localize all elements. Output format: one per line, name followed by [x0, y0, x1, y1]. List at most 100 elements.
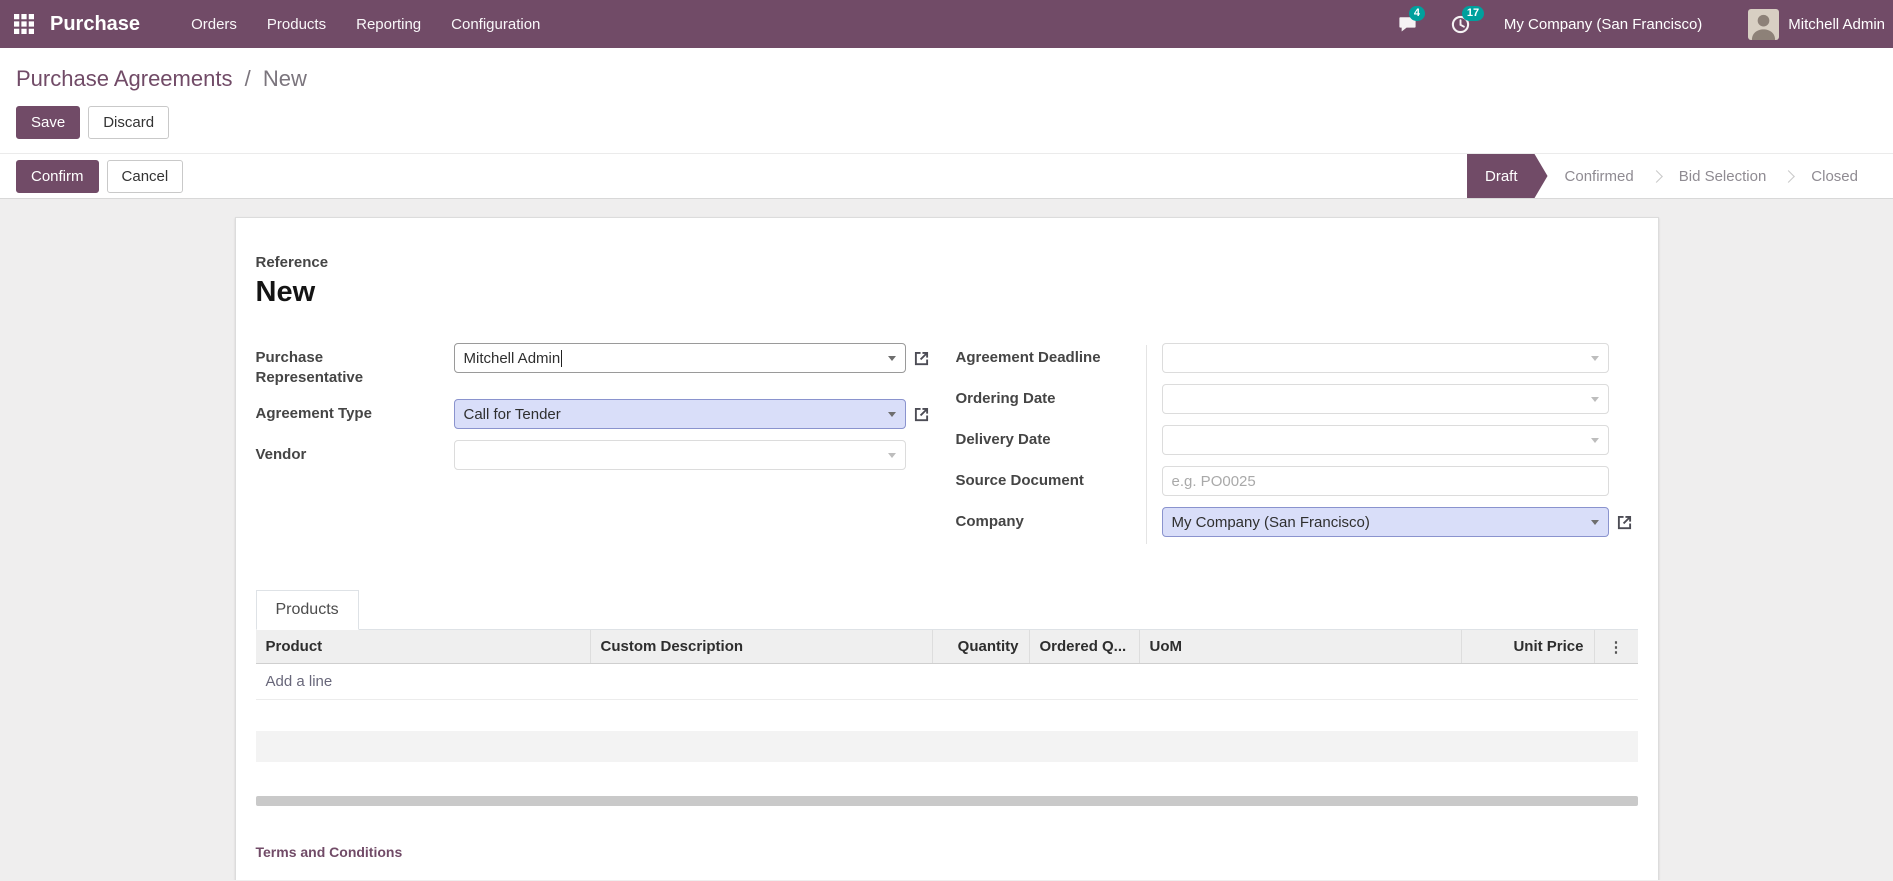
- field-group-right: Agreement Deadline Ordering Date Deliver…: [956, 343, 1638, 548]
- avatar-image: [1748, 8, 1780, 40]
- notebook-tabs: Products: [255, 590, 1638, 630]
- menu-reporting[interactable]: Reporting: [341, 7, 436, 42]
- dropdown-caret-icon[interactable]: [1590, 438, 1599, 443]
- confirm-button[interactable]: Confirm: [16, 159, 99, 193]
- column-header-custom-description[interactable]: Custom Description: [589, 630, 932, 663]
- company-open-record-button[interactable]: [1617, 515, 1632, 530]
- app-brand[interactable]: Purchase: [50, 13, 140, 36]
- empty-row: [256, 762, 1638, 793]
- state-confirmed[interactable]: Confirmed: [1548, 154, 1651, 198]
- state-bid-selection[interactable]: Bid Selection: [1662, 154, 1784, 198]
- products-table: Product Custom Description Quantity Orde…: [255, 630, 1638, 806]
- field-group-left: Purchase Representative Mitchell Admin A…: [256, 343, 956, 548]
- company-switcher[interactable]: My Company (San Francisco): [1504, 16, 1702, 33]
- source-document-label: Source Document: [955, 472, 1084, 489]
- terms-and-conditions-label: Terms and Conditions: [255, 844, 403, 860]
- column-header-quantity[interactable]: Quantity: [931, 630, 1029, 663]
- company-field[interactable]: My Company (San Francisco): [1161, 507, 1609, 537]
- dropdown-caret-icon[interactable]: [1590, 520, 1599, 525]
- vendor-label: Vendor: [255, 446, 307, 463]
- dropdown-caret-icon[interactable]: [1590, 397, 1599, 402]
- field-row-ordering-date: Ordering Date: [956, 384, 1638, 414]
- messages-count-badge: 4: [1408, 6, 1426, 21]
- external-link-icon: [1617, 515, 1631, 529]
- dropdown-caret-icon[interactable]: [887, 453, 896, 458]
- main-menu: Orders Products Reporting Configuration: [176, 7, 555, 42]
- table-header-row: Product Custom Description Quantity Orde…: [255, 630, 1638, 664]
- agreement-type-open-record-button[interactable]: [914, 407, 929, 422]
- discard-button[interactable]: Discard: [88, 106, 170, 139]
- apps-grid-icon[interactable]: [14, 14, 34, 34]
- breadcrumb-parent-link[interactable]: Purchase Agreements: [16, 66, 232, 91]
- state-closed[interactable]: Closed: [1794, 154, 1875, 198]
- reference-value: New: [255, 276, 316, 308]
- dropdown-caret-icon[interactable]: [1590, 356, 1599, 361]
- form-sheet: Reference New Purchase Representative Mi…: [234, 217, 1659, 880]
- menu-products[interactable]: Products: [252, 7, 341, 42]
- activities-button[interactable]: 17: [1451, 5, 1485, 34]
- control-panel: Purchase Agreements / New Save Discard: [0, 48, 1893, 153]
- external-link-icon: [914, 407, 928, 421]
- content-area: Reference New Purchase Representative Mi…: [0, 199, 1893, 880]
- menu-orders[interactable]: Orders: [176, 7, 252, 42]
- form-toolbar: Save Discard: [0, 96, 1893, 153]
- field-row-vendor: Vendor: [256, 440, 956, 470]
- agreement-type-field[interactable]: Call for Tender: [453, 399, 906, 429]
- breadcrumb-separator: /: [244, 66, 251, 91]
- statusbar-buttons: Confirm Cancel: [16, 159, 184, 193]
- empty-row: [256, 700, 1638, 731]
- field-row-agreement-deadline: Agreement Deadline: [956, 343, 1638, 373]
- apps-grid-glyph: [14, 14, 34, 34]
- chevron-separator-icon: [1782, 169, 1796, 183]
- tab-products[interactable]: Products: [255, 590, 359, 630]
- breadcrumb-current: New: [262, 66, 307, 91]
- field-row-agreement-type: Agreement Type Call for Tender: [256, 399, 956, 429]
- breadcrumb: Purchase Agreements / New: [0, 48, 1893, 96]
- dropdown-caret-icon[interactable]: [887, 412, 896, 417]
- purchase-representative-field[interactable]: Mitchell Admin: [453, 343, 906, 373]
- field-groups: Purchase Representative Mitchell Admin A…: [256, 343, 1638, 548]
- agreement-deadline-field[interactable]: [1161, 343, 1609, 373]
- top-navbar: Purchase Orders Products Reporting Confi…: [0, 0, 1893, 48]
- reference-label: Reference: [255, 254, 329, 271]
- agreement-type-label: Agreement Type: [255, 405, 372, 422]
- field-row-source-document: Source Document: [956, 466, 1638, 496]
- navbar-right: 4 17 My Company (San Francisco) Mitchell…: [1398, 5, 1885, 40]
- optional-columns-toggle-icon[interactable]: ⋮: [1593, 630, 1638, 663]
- dropdown-caret-icon[interactable]: [887, 356, 896, 361]
- column-header-unit-price[interactable]: Unit Price: [1460, 630, 1594, 663]
- column-header-uom[interactable]: UoM: [1138, 630, 1461, 663]
- chevron-separator-icon: [1649, 169, 1663, 183]
- cancel-button[interactable]: Cancel: [106, 159, 184, 193]
- company-label: Company: [955, 513, 1024, 530]
- agreement-deadline-label: Agreement Deadline: [955, 349, 1101, 366]
- vendor-field[interactable]: [453, 440, 906, 470]
- statusbar: Confirm Cancel Draft Confirmed Bid Selec…: [0, 153, 1893, 199]
- horizontal-scrollbar[interactable]: [255, 796, 1638, 806]
- delivery-date-field[interactable]: [1161, 425, 1609, 455]
- ordering-date-label: Ordering Date: [955, 390, 1056, 407]
- messages-button[interactable]: 4: [1398, 6, 1426, 33]
- save-button[interactable]: Save: [16, 106, 81, 139]
- delivery-date-label: Delivery Date: [955, 431, 1051, 448]
- activities-count-badge: 17: [1461, 5, 1485, 21]
- purchase-representative-label: Purchase Representative: [255, 349, 364, 386]
- menu-configuration[interactable]: Configuration: [436, 7, 555, 42]
- status-pipeline: Draft Confirmed Bid Selection Closed: [1467, 154, 1893, 198]
- column-header-ordered-quantities[interactable]: Ordered Q...: [1028, 630, 1139, 663]
- field-row-purchase-representative: Purchase Representative Mitchell Admin: [256, 343, 956, 388]
- table-row: Add a line: [255, 664, 1638, 700]
- user-menu[interactable]: Mitchell Admin: [1788, 16, 1885, 33]
- state-draft[interactable]: Draft: [1467, 154, 1548, 198]
- column-header-product[interactable]: Product: [256, 630, 590, 663]
- ordering-date-field[interactable]: [1161, 384, 1609, 414]
- empty-row: [255, 731, 1638, 762]
- field-row-delivery-date: Delivery Date: [956, 425, 1638, 455]
- external-link-icon: [914, 351, 928, 365]
- add-a-line-link[interactable]: Add a line: [266, 673, 333, 690]
- text-caret: [561, 349, 563, 367]
- field-row-company: Company My Company (San Francisco): [956, 507, 1638, 537]
- source-document-input[interactable]: [1161, 466, 1609, 496]
- purchase-representative-open-record-button[interactable]: [914, 351, 929, 366]
- user-avatar[interactable]: [1748, 8, 1780, 40]
